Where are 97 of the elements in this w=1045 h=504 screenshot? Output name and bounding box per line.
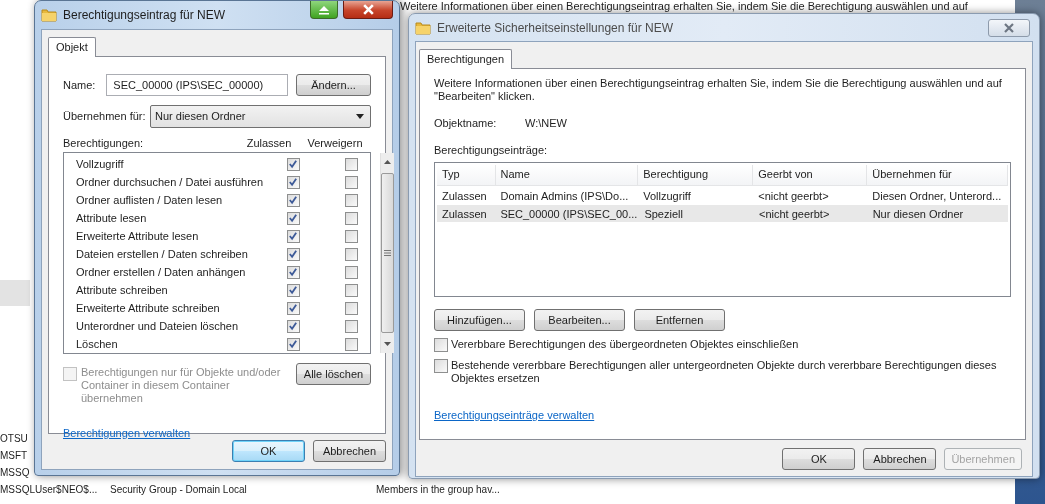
permission-label: Attribute lesen — [75, 212, 148, 224]
scrollbar[interactable] — [380, 153, 395, 353]
checkbox-label: Bestehende vererbbare Berechtigungen aller untergeordneten Objekte durch vererbbare Berechtigungen dieses Objektes ersetzen — [451, 359, 998, 385]
close-icon — [361, 4, 375, 15]
column-header[interactable]: Geerbt von — [753, 165, 868, 185]
checkbox[interactable] — [345, 211, 359, 225]
permission-label: Ordner durchsuchen / Datei ausführen — [75, 176, 264, 188]
action-button[interactable]: Entfernen — [634, 309, 725, 331]
checkbox[interactable] — [286, 265, 300, 279]
column-header[interactable]: Name — [495, 165, 639, 185]
dialog-button[interactable]: OK — [232, 440, 305, 462]
scrollbar-thumb[interactable] — [381, 173, 395, 333]
permission-label: Vollzugriff — [75, 158, 125, 170]
checkbox[interactable] — [286, 157, 300, 171]
checkbox[interactable] — [286, 229, 300, 243]
permission-label: Löschen — [75, 338, 119, 350]
table-cell-text: <nicht geerbt> — [757, 189, 830, 202]
list-cell: Members in the group hav... — [376, 484, 500, 495]
folder-icon — [415, 19, 431, 36]
checkbox[interactable] — [286, 337, 300, 351]
checkbox[interactable] — [286, 247, 300, 261]
checkbox-label: Vererbbare Berechtigungen des übergeordneten Objektes einschließen — [451, 338, 800, 351]
table-row[interactable]: Zulassen Domain Admins (IPS\Do... Vollzugriff <nicht geerbt> Diesen Ordner, Unterord... — [437, 187, 1008, 204]
table-cell-text: <nicht geerbt> — [758, 207, 831, 220]
folder-icon — [41, 7, 57, 23]
checkbox[interactable] — [345, 283, 359, 297]
permission-label: Unterordner und Dateien löschen — [75, 320, 240, 332]
permission-label: Erweiterte Attribute schreiben — [75, 302, 221, 314]
checkbox[interactable] — [286, 211, 300, 225]
column-header: Zulassen — [245, 137, 293, 149]
apply-dropdown[interactable]: Nur diesen Ordner — [150, 104, 371, 128]
permission-label: Ordner erstellen / Daten anhängen — [75, 266, 247, 278]
object-name: W:\NEW — [525, 117, 567, 129]
table-cell-text: Domain Admins (IPS\Do... — [499, 189, 630, 202]
table-cell-text: Diesen Ordner, Unterord... — [871, 189, 1003, 202]
checkbox[interactable] — [345, 157, 359, 171]
down-arrow-icon — [384, 342, 392, 346]
table-cell-text: Vollzugriff — [642, 189, 692, 202]
column-header[interactable]: Berechtigung — [638, 165, 754, 185]
name-field[interactable]: SEC_00000 (IPS\SEC_00000) — [106, 74, 288, 96]
info-text: Weitere Informationen über einen Berechtigungseintrag erhalten Sie, indem Sie die Berechtigung auswählen und auf "Bearbeiten" klicken. — [434, 77, 1003, 103]
field-label: Objektname: — [434, 117, 498, 129]
background-text: Weitere Informationen über einen Berechtigungseintrag erhalten Sie, indem Sie die Berechtigung auswählen und auf — [400, 0, 968, 12]
checkbox[interactable] — [434, 338, 448, 352]
action-button[interactable]: Bearbeiten... — [534, 309, 625, 331]
field-label: Übernehmen für: — [63, 110, 147, 122]
background-panel — [0, 280, 30, 306]
checkbox[interactable] — [286, 319, 300, 333]
column-header: Verweigern — [306, 137, 364, 149]
table-cell-text: Zulassen — [441, 189, 488, 202]
table-row[interactable]: Zulassen SEC_00000 (IPS\SEC_00... Speziell <nicht geerbt> Nur diesen Ordner — [437, 205, 1008, 222]
manage-entries-link[interactable]: Berechtigungseinträge verwalten — [434, 409, 595, 421]
checkbox-label: Berechtigungen nur für Objekte und/oder Container in diesem Container übernehmen — [81, 366, 282, 405]
column-header[interactable]: Typ — [437, 165, 496, 185]
list-cell-text: MSSQLUser$NEO$... — [0, 484, 99, 495]
table-cell-text: Speziell — [643, 207, 684, 220]
list-cell-text: MSFT — [0, 450, 29, 461]
eject-icon — [318, 4, 330, 15]
change-button[interactable]: Ändern... — [296, 74, 371, 96]
action-button[interactable]: Hinzufügen... — [434, 309, 525, 331]
table-cell-text: Zulassen — [441, 207, 488, 220]
permission-label: Erweiterte Attribute lesen — [75, 230, 200, 242]
window-title: Berechtigungseintrag für NEW — [63, 8, 227, 22]
close-button[interactable] — [343, 1, 393, 19]
checkbox[interactable] — [345, 193, 359, 207]
checkbox[interactable] — [286, 193, 300, 207]
window-title: Erweiterte Sicherheitseinstellungen für NEW — [437, 20, 675, 35]
tab[interactable]: Objekt — [48, 37, 96, 57]
permission-label: Attribute schreiben — [75, 284, 169, 296]
checkbox[interactable] — [345, 265, 359, 279]
checkbox[interactable] — [286, 175, 300, 189]
table-cell-text: Nur diesen Ordner — [871, 207, 965, 220]
checkbox[interactable] — [345, 319, 359, 333]
up-arrow-icon — [384, 160, 392, 164]
clear-all-button[interactable]: Alle löschen — [296, 363, 371, 385]
permission-label: Ordner auflisten / Daten lesen — [75, 194, 224, 206]
checkbox[interactable] — [345, 229, 359, 243]
permission-label: Dateien erstellen / Daten schreiben — [75, 248, 249, 260]
checkbox[interactable] — [286, 301, 300, 315]
checkbox[interactable] — [345, 247, 359, 261]
list-label: Berechtigungen: — [63, 137, 145, 149]
checkbox[interactable] — [345, 301, 359, 315]
caret-icon — [356, 113, 364, 119]
column-header[interactable]: Übernehmen für — [867, 165, 1008, 185]
eject-button[interactable] — [310, 1, 338, 19]
manage-permissions-link[interactable]: Berechtigungen verwalten — [63, 427, 191, 439]
checkbox[interactable] — [434, 359, 448, 373]
checkbox[interactable] — [286, 283, 300, 297]
checkbox[interactable] — [345, 337, 359, 351]
list-cell-text: Security Group - Domain Local — [110, 484, 248, 495]
checkbox[interactable] — [345, 175, 359, 189]
list-cell-text: MSSQ — [0, 467, 31, 478]
field-label: Name: — [63, 79, 97, 91]
dialog-button[interactable]: Abbrechen — [313, 440, 386, 462]
list-label: Berechtigungseinträge: — [434, 144, 549, 156]
close-icon — [1003, 22, 1015, 33]
table-cell-text: SEC_00000 (IPS\SEC_00... — [499, 207, 639, 220]
